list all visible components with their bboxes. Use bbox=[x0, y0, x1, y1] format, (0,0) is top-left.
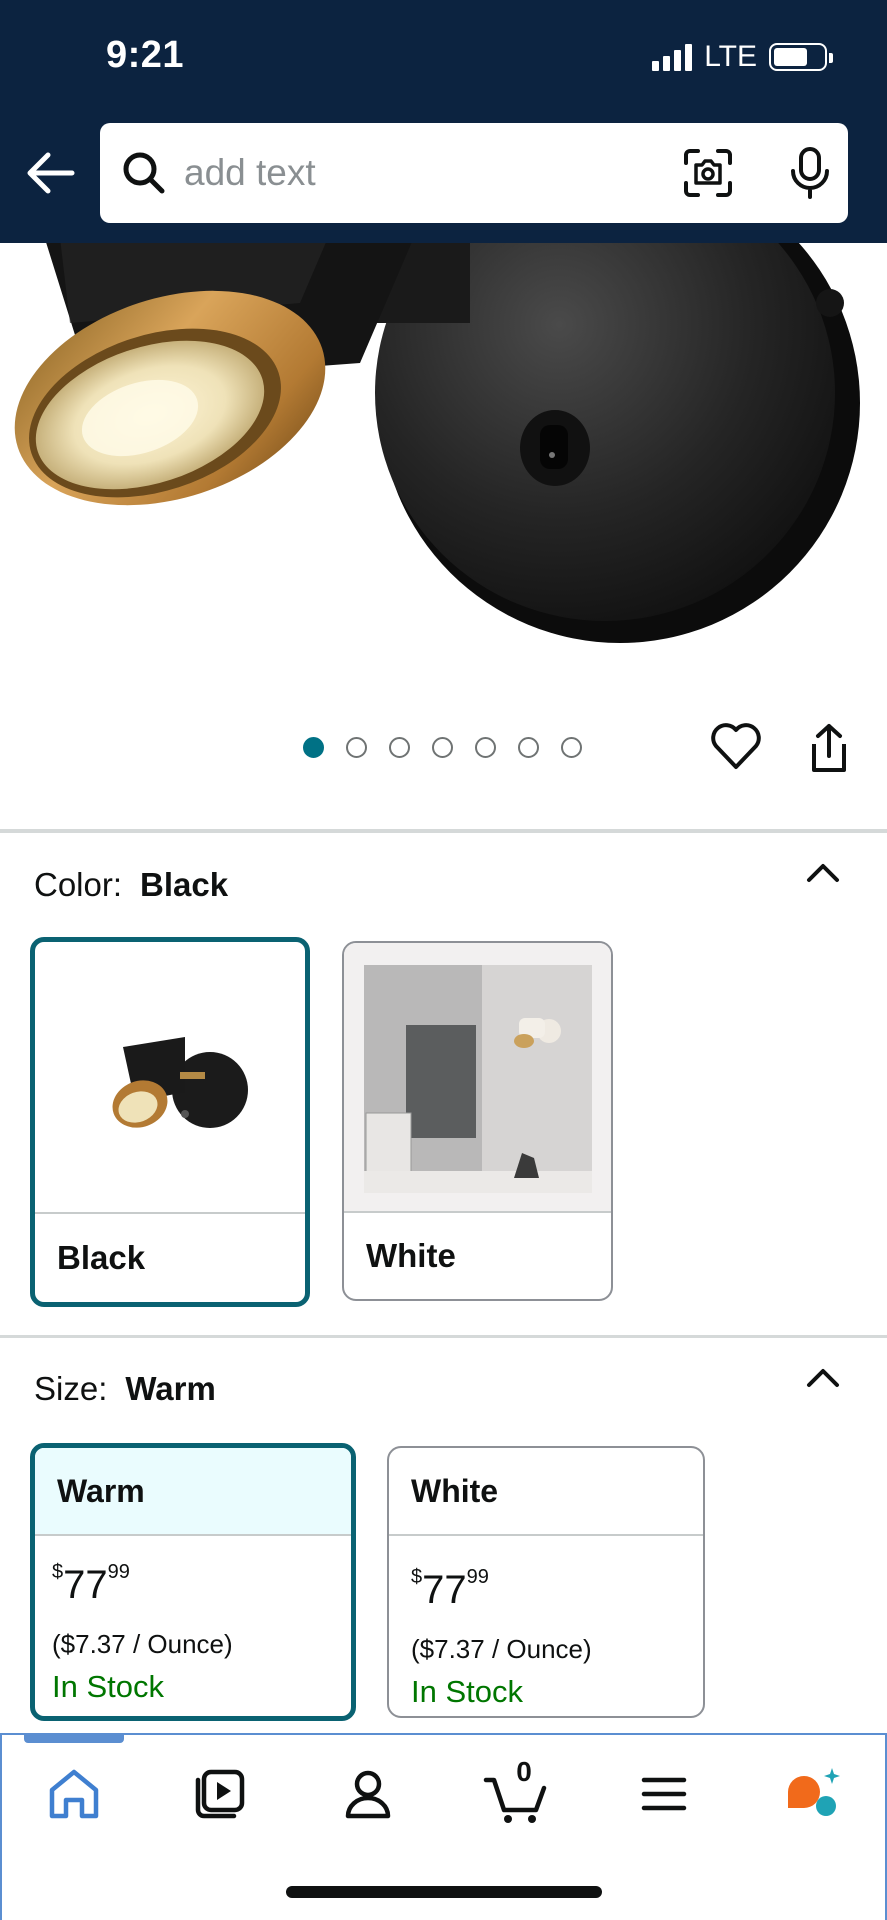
camera-search-icon[interactable] bbox=[682, 147, 734, 199]
carousel-dot[interactable] bbox=[346, 737, 367, 758]
search-icon bbox=[123, 152, 165, 194]
back-arrow-icon[interactable] bbox=[22, 145, 78, 201]
wall-lamp-image bbox=[14, 243, 860, 643]
carousel-dot[interactable] bbox=[561, 737, 582, 758]
cart-icon[interactable]: 0 bbox=[482, 1756, 552, 1826]
network-label: LTE bbox=[704, 40, 757, 73]
search-input[interactable] bbox=[184, 145, 744, 201]
color-option-label: Black bbox=[35, 1212, 305, 1302]
carousel-dot[interactable] bbox=[389, 737, 410, 758]
chevron-up-icon[interactable] bbox=[803, 1363, 843, 1393]
heart-icon[interactable] bbox=[710, 722, 762, 772]
stock-status: In Stock bbox=[52, 1669, 164, 1704]
size-option-name: Warm bbox=[35, 1448, 351, 1536]
size-option-warm[interactable]: Warm $7799 ($7.37 / Ounce) In Stock bbox=[30, 1443, 356, 1721]
status-icons: LTE bbox=[652, 40, 833, 74]
product-image[interactable] bbox=[0, 243, 887, 693]
profile-icon[interactable] bbox=[336, 1762, 400, 1826]
active-tab-indicator bbox=[24, 1735, 124, 1743]
size-selected-value: Warm bbox=[125, 1370, 216, 1407]
cart-count: 0 bbox=[516, 1756, 532, 1787]
color-option-black[interactable]: Black bbox=[30, 937, 310, 1307]
price: $7799 bbox=[52, 1561, 130, 1607]
color-option-white[interactable]: White bbox=[342, 941, 613, 1301]
color-label: Color: Black bbox=[34, 866, 229, 903]
status-time: 9:21 bbox=[106, 34, 185, 76]
signal-icon bbox=[652, 43, 693, 71]
color-option-label: White bbox=[344, 1211, 611, 1299]
carousel-dot[interactable] bbox=[303, 737, 324, 758]
section-divider bbox=[0, 829, 887, 833]
black-lamp-thumbnail bbox=[35, 942, 305, 1217]
home-icon[interactable] bbox=[42, 1762, 106, 1826]
carousel-dot[interactable] bbox=[518, 737, 539, 758]
price: $7799 bbox=[411, 1566, 489, 1612]
size-label: Size: Warm bbox=[34, 1370, 216, 1407]
share-icon[interactable] bbox=[804, 722, 854, 774]
size-option-white[interactable]: White $7799 ($7.37 / Ounce) In Stock bbox=[387, 1446, 705, 1718]
size-option-name: White bbox=[389, 1448, 703, 1536]
unit-price: ($7.37 / Ounce) bbox=[52, 1629, 233, 1659]
carousel-dot[interactable] bbox=[475, 737, 496, 758]
carousel-dot[interactable] bbox=[432, 737, 453, 758]
section-divider bbox=[0, 1335, 887, 1338]
menu-icon[interactable] bbox=[632, 1762, 696, 1826]
white-lamp-thumbnail bbox=[344, 943, 611, 1213]
chevron-up-icon[interactable] bbox=[803, 858, 843, 888]
home-indicator bbox=[286, 1886, 602, 1898]
video-icon[interactable] bbox=[188, 1762, 252, 1826]
microphone-icon[interactable] bbox=[784, 145, 836, 201]
top-header: 9:21 LTE bbox=[0, 0, 887, 243]
assistant-icon[interactable] bbox=[780, 1762, 844, 1826]
color-selected-value: Black bbox=[140, 866, 229, 903]
battery-icon bbox=[769, 43, 833, 71]
unit-price: ($7.37 / Ounce) bbox=[411, 1634, 592, 1664]
search-bar[interactable] bbox=[100, 123, 848, 223]
stock-status: In Stock bbox=[411, 1674, 523, 1709]
